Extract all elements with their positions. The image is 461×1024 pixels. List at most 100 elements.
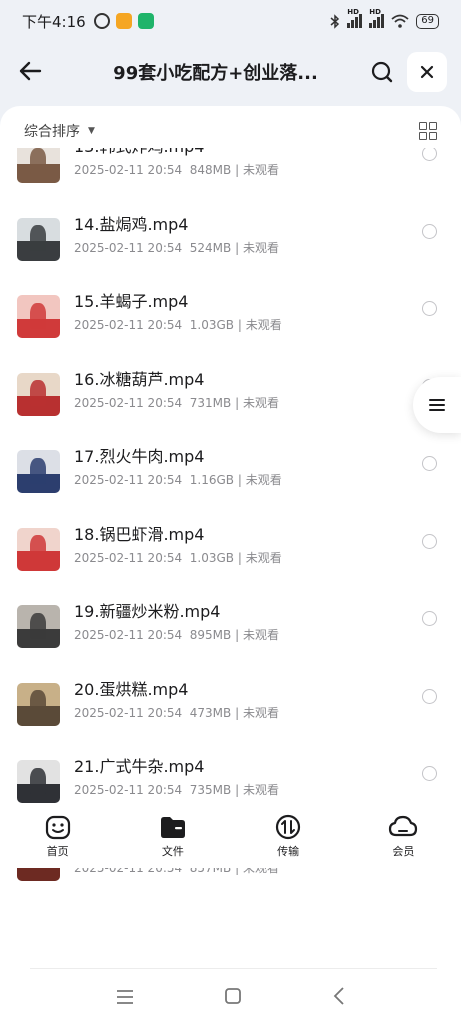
video-thumbnail — [17, 760, 60, 803]
file-size: 731MB — [189, 395, 232, 410]
file-row[interactable]: 16.冰糖葫芦.mp4 2025-02-11 20:54 731MB | 未观看 — [0, 356, 461, 433]
file-meta: 2025-02-11 20:54 1.03GB | 未观看 — [74, 550, 282, 565]
tab-label: 传输 — [277, 845, 300, 858]
home-square-icon — [225, 988, 242, 1004]
tab-label: 文件 — [161, 845, 184, 858]
file-size: 1.16GB — [189, 473, 235, 487]
watch-status: 未观看 — [245, 550, 282, 565]
video-thumbnail — [17, 217, 60, 261]
watch-status: 未观看 — [242, 163, 279, 177]
file-meta: 2025-02-11 20:54 848MB | 未观看 — [74, 163, 279, 177]
menu-icon — [429, 399, 445, 411]
file-size: 1.03GB — [189, 550, 235, 565]
back-arrow-icon — [19, 61, 42, 81]
tab-home[interactable]: 首页 — [0, 808, 115, 868]
back-button[interactable] — [0, 42, 60, 100]
watch-status: 未观看 — [245, 318, 282, 332]
watch-status: 未观看 — [242, 395, 279, 410]
file-row[interactable]: 17.烈火牛肉.mp4 2025-02-11 20:54 1.16GB | 未观看 — [0, 433, 461, 510]
sort-label: 综合排序 — [24, 124, 80, 140]
home-button[interactable] — [225, 988, 242, 1008]
select-radio[interactable] — [422, 766, 437, 781]
file-date: 2025-02-11 20:54 — [74, 628, 183, 642]
app-header: 99套小吃配方+创业落... — [0, 42, 461, 100]
file-size: 473MB — [189, 705, 232, 720]
status-time: 下午4:16 — [22, 12, 86, 31]
file-name: 15.羊蝎子.mp4 — [74, 292, 189, 311]
tab-vip[interactable]: 会员 — [346, 808, 461, 868]
system-nav-bar — [0, 972, 461, 1024]
file-row[interactable]: 18.锅巴虾滑.mp4 2025-02-11 20:54 1.03GB | 未观看 — [0, 511, 461, 588]
file-list: 13.韩式炸鸡.mp42025-02-11 20:54 848MB | 未观看1… — [0, 148, 461, 908]
file-name: 19.新疆炒米粉.mp4 — [74, 602, 221, 621]
video-thumbnail — [17, 527, 60, 571]
file-date: 2025-02-11 20:54 — [74, 163, 183, 177]
menu-float-button[interactable] — [413, 377, 461, 433]
file-meta: 2025-02-11 20:54 524MB | 未观看 — [74, 240, 279, 255]
video-thumbnail — [17, 450, 60, 493]
file-size: 895MB — [189, 628, 232, 642]
grid-view-icon[interactable] — [419, 122, 437, 140]
search-button[interactable] — [365, 55, 399, 89]
select-radio[interactable] — [422, 301, 437, 316]
file-date: 2025-02-11 20:54 — [74, 783, 183, 797]
watch-status: 未观看 — [242, 783, 279, 797]
file-meta: 2025-02-11 20:54 735MB | 未观看 — [74, 783, 279, 797]
page-title: 99套小吃配方+创业落... — [113, 63, 318, 84]
select-radio[interactable] — [422, 611, 437, 626]
file-meta: 2025-02-11 20:54 1.16GB | 未观看 — [74, 473, 282, 487]
select-radio[interactable] — [422, 688, 437, 704]
tab-transfer[interactable]: 传输 — [231, 808, 346, 868]
file-size: 1.03GB — [189, 318, 235, 332]
caret-down-icon: ▼ — [88, 126, 95, 136]
transfer-icon — [276, 814, 301, 840]
file-meta: 2025-02-11 20:54 895MB | 未观看 — [74, 628, 279, 642]
file-name: 17.烈火牛肉.mp4 — [74, 447, 205, 466]
wechat-pay-icon — [137, 13, 154, 29]
file-name: 18.锅巴虾滑.mp4 — [74, 524, 205, 544]
divider — [30, 968, 437, 969]
close-button[interactable] — [407, 52, 447, 92]
select-radio[interactable] — [422, 533, 437, 549]
notes-app-icon — [115, 13, 132, 29]
file-panel: 综合排序 ▼ 13.韩式炸鸡.mp4 2025-02-11 20:54 848MB… — [0, 106, 461, 1024]
tab-label: 首页 — [46, 845, 69, 858]
watch-status: 未观看 — [242, 628, 279, 642]
file-date: 2025-02-11 20:54 — [74, 240, 183, 255]
recents-menu-icon — [116, 989, 133, 1004]
file-row[interactable]: 14.盐焗鸡.mp4 2025-02-11 20:54 524MB | 未观看 — [0, 201, 461, 278]
bottom-tab-bar: 首页 文件 传输 会员 — [0, 808, 461, 868]
select-radio[interactable] — [422, 148, 437, 161]
tab-label: 会员 — [392, 845, 415, 858]
file-meta: 2025-02-11 20:54 1.03GB | 未观看 — [74, 318, 282, 332]
watch-status: 未观看 — [242, 705, 279, 720]
status-bar: 下午4:16 HD HD 69 — [0, 0, 461, 42]
file-row[interactable]: 19.新疆炒米粉.mp4 2025-02-11 20:54 895MB | 未观看 — [0, 588, 461, 665]
sort-dropdown[interactable]: 综合排序 ▼ — [24, 121, 95, 141]
select-radio[interactable] — [422, 223, 437, 239]
file-name: 16.冰糖葫芦.mp4 — [74, 369, 205, 389]
file-name: 20.蛋烘糕.mp4 — [74, 679, 189, 699]
video-thumbnail — [17, 295, 60, 338]
back-chevron-icon — [333, 987, 344, 1005]
file-name: 21.广式牛杂.mp4 — [74, 757, 205, 776]
cloud-icon — [389, 815, 418, 837]
signal-2-icon: HD — [369, 8, 385, 28]
select-radio[interactable] — [422, 456, 437, 471]
signal-1-icon: HD — [347, 8, 363, 28]
folder-icon — [160, 817, 185, 838]
file-row[interactable]: 13.韩式炸鸡.mp4 2025-02-11 20:54 848MB | 未观看 — [0, 148, 461, 200]
video-thumbnail — [17, 148, 60, 183]
file-date: 2025-02-11 20:54 — [74, 705, 183, 720]
file-row[interactable]: 15.羊蝎子.mp4 2025-02-11 20:54 1.03GB | 未观看 — [0, 278, 461, 355]
file-date: 2025-02-11 20:54 — [74, 395, 183, 410]
back-nav-button[interactable] — [333, 987, 345, 1009]
recents-button[interactable] — [116, 989, 134, 1008]
smile-box-icon — [45, 815, 70, 840]
watch-status: 未观看 — [245, 473, 282, 487]
tab-files[interactable]: 文件 — [115, 808, 230, 868]
file-row[interactable]: 20.蛋烘糕.mp4 2025-02-11 20:54 473MB | 未观看 — [0, 666, 461, 743]
file-name: 14.盐焗鸡.mp4 — [74, 214, 189, 234]
file-date: 2025-02-11 20:54 — [74, 473, 183, 487]
alarm-icon — [93, 13, 110, 29]
